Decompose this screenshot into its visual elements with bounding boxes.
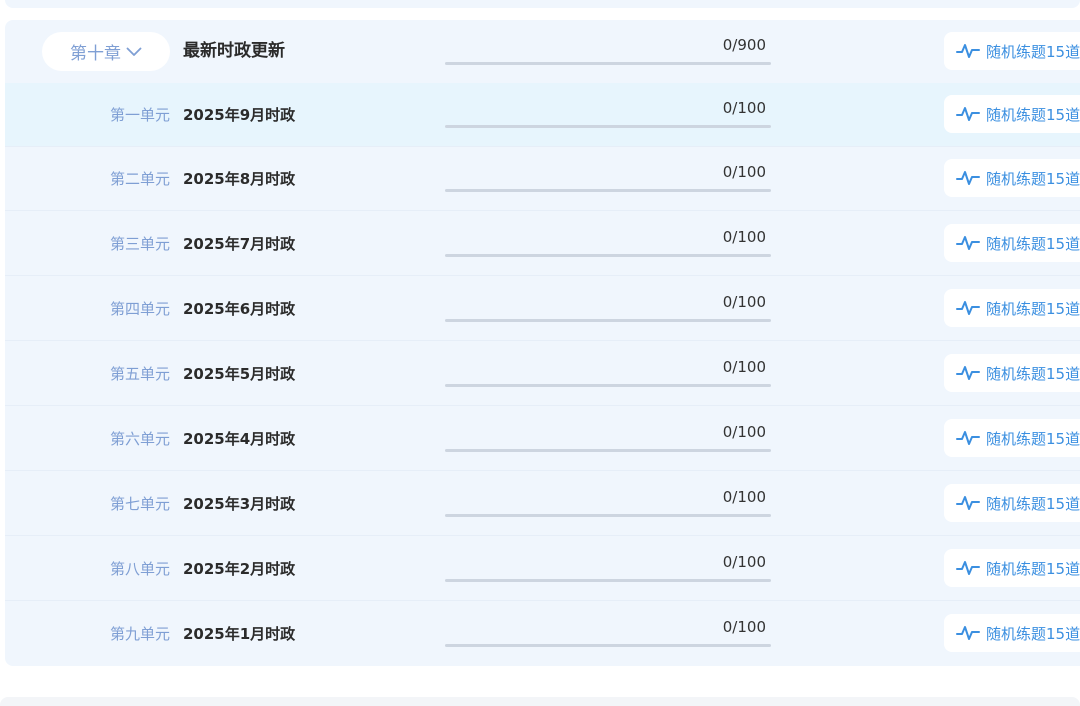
chapter-toggle-button[interactable]: 第十章 [42, 32, 170, 71]
progress-bar [445, 189, 771, 192]
random-practice-button[interactable]: 随机练题15道 [944, 419, 1080, 457]
next-chapter-card [0, 697, 1080, 706]
unit-title: 2025年2月时政 [183, 560, 296, 578]
pulse-icon [956, 171, 980, 185]
pulse-icon [956, 431, 980, 445]
unit-label: 第四单元 [110, 300, 171, 318]
practice-button-label: 随机练题15道 [986, 559, 1080, 578]
pulse-icon [956, 236, 980, 250]
progress-bar [445, 449, 771, 452]
unit-title: 2025年3月时政 [183, 495, 296, 513]
chapter-card: 第十章 最新时政更新 0/900 随机练题15道 第一单元 2025年9月时政 … [5, 20, 1080, 666]
unit-row[interactable]: 第五单元 2025年5月时政 0/100 随机练题15道 [5, 342, 1080, 406]
practice-button-label: 随机练题15道 [986, 364, 1080, 383]
progress-bar [445, 254, 771, 257]
progress-count: 0/100 [722, 488, 766, 506]
chevron-down-icon [126, 47, 142, 56]
unit-label: 第三单元 [110, 235, 171, 253]
unit-label: 第一单元 [110, 106, 171, 124]
progress-count: 0/100 [722, 228, 766, 246]
random-practice-button[interactable]: 随机练题15道 [944, 484, 1080, 522]
unit-row[interactable]: 第九单元 2025年1月时政 0/100 随机练题15道 [5, 602, 1080, 666]
unit-label: 第二单元 [110, 170, 171, 188]
unit-row[interactable]: 第六单元 2025年4月时政 0/100 随机练题15道 [5, 407, 1080, 471]
unit-title: 2025年5月时政 [183, 365, 296, 383]
random-practice-button[interactable]: 随机练题15道 [944, 289, 1080, 327]
unit-row[interactable]: 第四单元 2025年6月时政 0/100 随机练题15道 [5, 277, 1080, 341]
unit-title: 2025年4月时政 [183, 430, 296, 448]
chapter-title: 最新时政更新 [183, 41, 285, 61]
unit-label: 第七单元 [110, 495, 171, 513]
unit-title: 2025年1月时政 [183, 625, 296, 643]
progress-count: 0/100 [722, 293, 766, 311]
progress-count: 0/100 [722, 163, 766, 181]
unit-title: 2025年7月时政 [183, 235, 296, 253]
unit-row[interactable]: 第二单元 2025年8月时政 0/100 随机练题15道 [5, 147, 1080, 211]
progress-count: 0/100 [722, 618, 766, 636]
pulse-icon [956, 107, 980, 121]
pulse-icon [956, 561, 980, 575]
practice-button-label: 随机练题15道 [986, 299, 1080, 318]
progress-bar [445, 579, 771, 582]
progress-count: 0/100 [722, 553, 766, 571]
practice-button-label: 随机练题15道 [986, 234, 1080, 253]
progress-bar [445, 125, 771, 128]
practice-button-label: 随机练题15道 [986, 494, 1080, 513]
progress-bar [445, 319, 771, 322]
random-practice-button[interactable]: 随机练题15道 [944, 549, 1080, 587]
progress-bar [445, 384, 771, 387]
pulse-icon [956, 626, 980, 640]
previous-chapter-card [5, 0, 1080, 8]
progress-bar [445, 514, 771, 517]
unit-title: 2025年8月时政 [183, 170, 296, 188]
progress-count: 0/100 [722, 423, 766, 441]
practice-button-label: 随机练题15道 [986, 429, 1080, 448]
practice-button-label: 随机练题15道 [986, 169, 1080, 188]
unit-row[interactable]: 第三单元 2025年7月时政 0/100 随机练题15道 [5, 212, 1080, 276]
pulse-icon [956, 301, 980, 315]
progress-bar [445, 62, 771, 65]
random-practice-button[interactable]: 随机练题15道 [944, 32, 1080, 70]
unit-label: 第九单元 [110, 625, 171, 643]
unit-label: 第五单元 [110, 365, 171, 383]
pulse-icon [956, 496, 980, 510]
random-practice-button[interactable]: 随机练题15道 [944, 95, 1080, 133]
unit-row[interactable]: 第一单元 2025年9月时政 0/100 随机练题15道 [5, 83, 1080, 147]
random-practice-button[interactable]: 随机练题15道 [944, 159, 1080, 197]
pulse-icon [956, 366, 980, 380]
pulse-icon [956, 44, 980, 58]
unit-row[interactable]: 第七单元 2025年3月时政 0/100 随机练题15道 [5, 472, 1080, 536]
random-practice-button[interactable]: 随机练题15道 [944, 354, 1080, 392]
random-practice-button[interactable]: 随机练题15道 [944, 614, 1080, 652]
progress-bar [445, 644, 771, 647]
unit-title: 2025年9月时政 [183, 106, 296, 124]
progress-count: 0/100 [722, 99, 766, 117]
random-practice-button[interactable]: 随机练题15道 [944, 224, 1080, 262]
unit-title: 2025年6月时政 [183, 300, 296, 318]
practice-button-label: 随机练题15道 [986, 624, 1080, 643]
unit-label: 第六单元 [110, 430, 171, 448]
practice-button-label: 随机练题15道 [986, 105, 1080, 124]
progress-count: 0/900 [722, 36, 766, 54]
chapter-label: 第十章 [70, 44, 121, 64]
chapter-header-row: 第十章 最新时政更新 0/900 随机练题15道 [5, 20, 1080, 83]
progress-count: 0/100 [722, 358, 766, 376]
practice-button-label: 随机练题15道 [986, 42, 1080, 61]
unit-label: 第八单元 [110, 560, 171, 578]
unit-row[interactable]: 第八单元 2025年2月时政 0/100 随机练题15道 [5, 537, 1080, 601]
